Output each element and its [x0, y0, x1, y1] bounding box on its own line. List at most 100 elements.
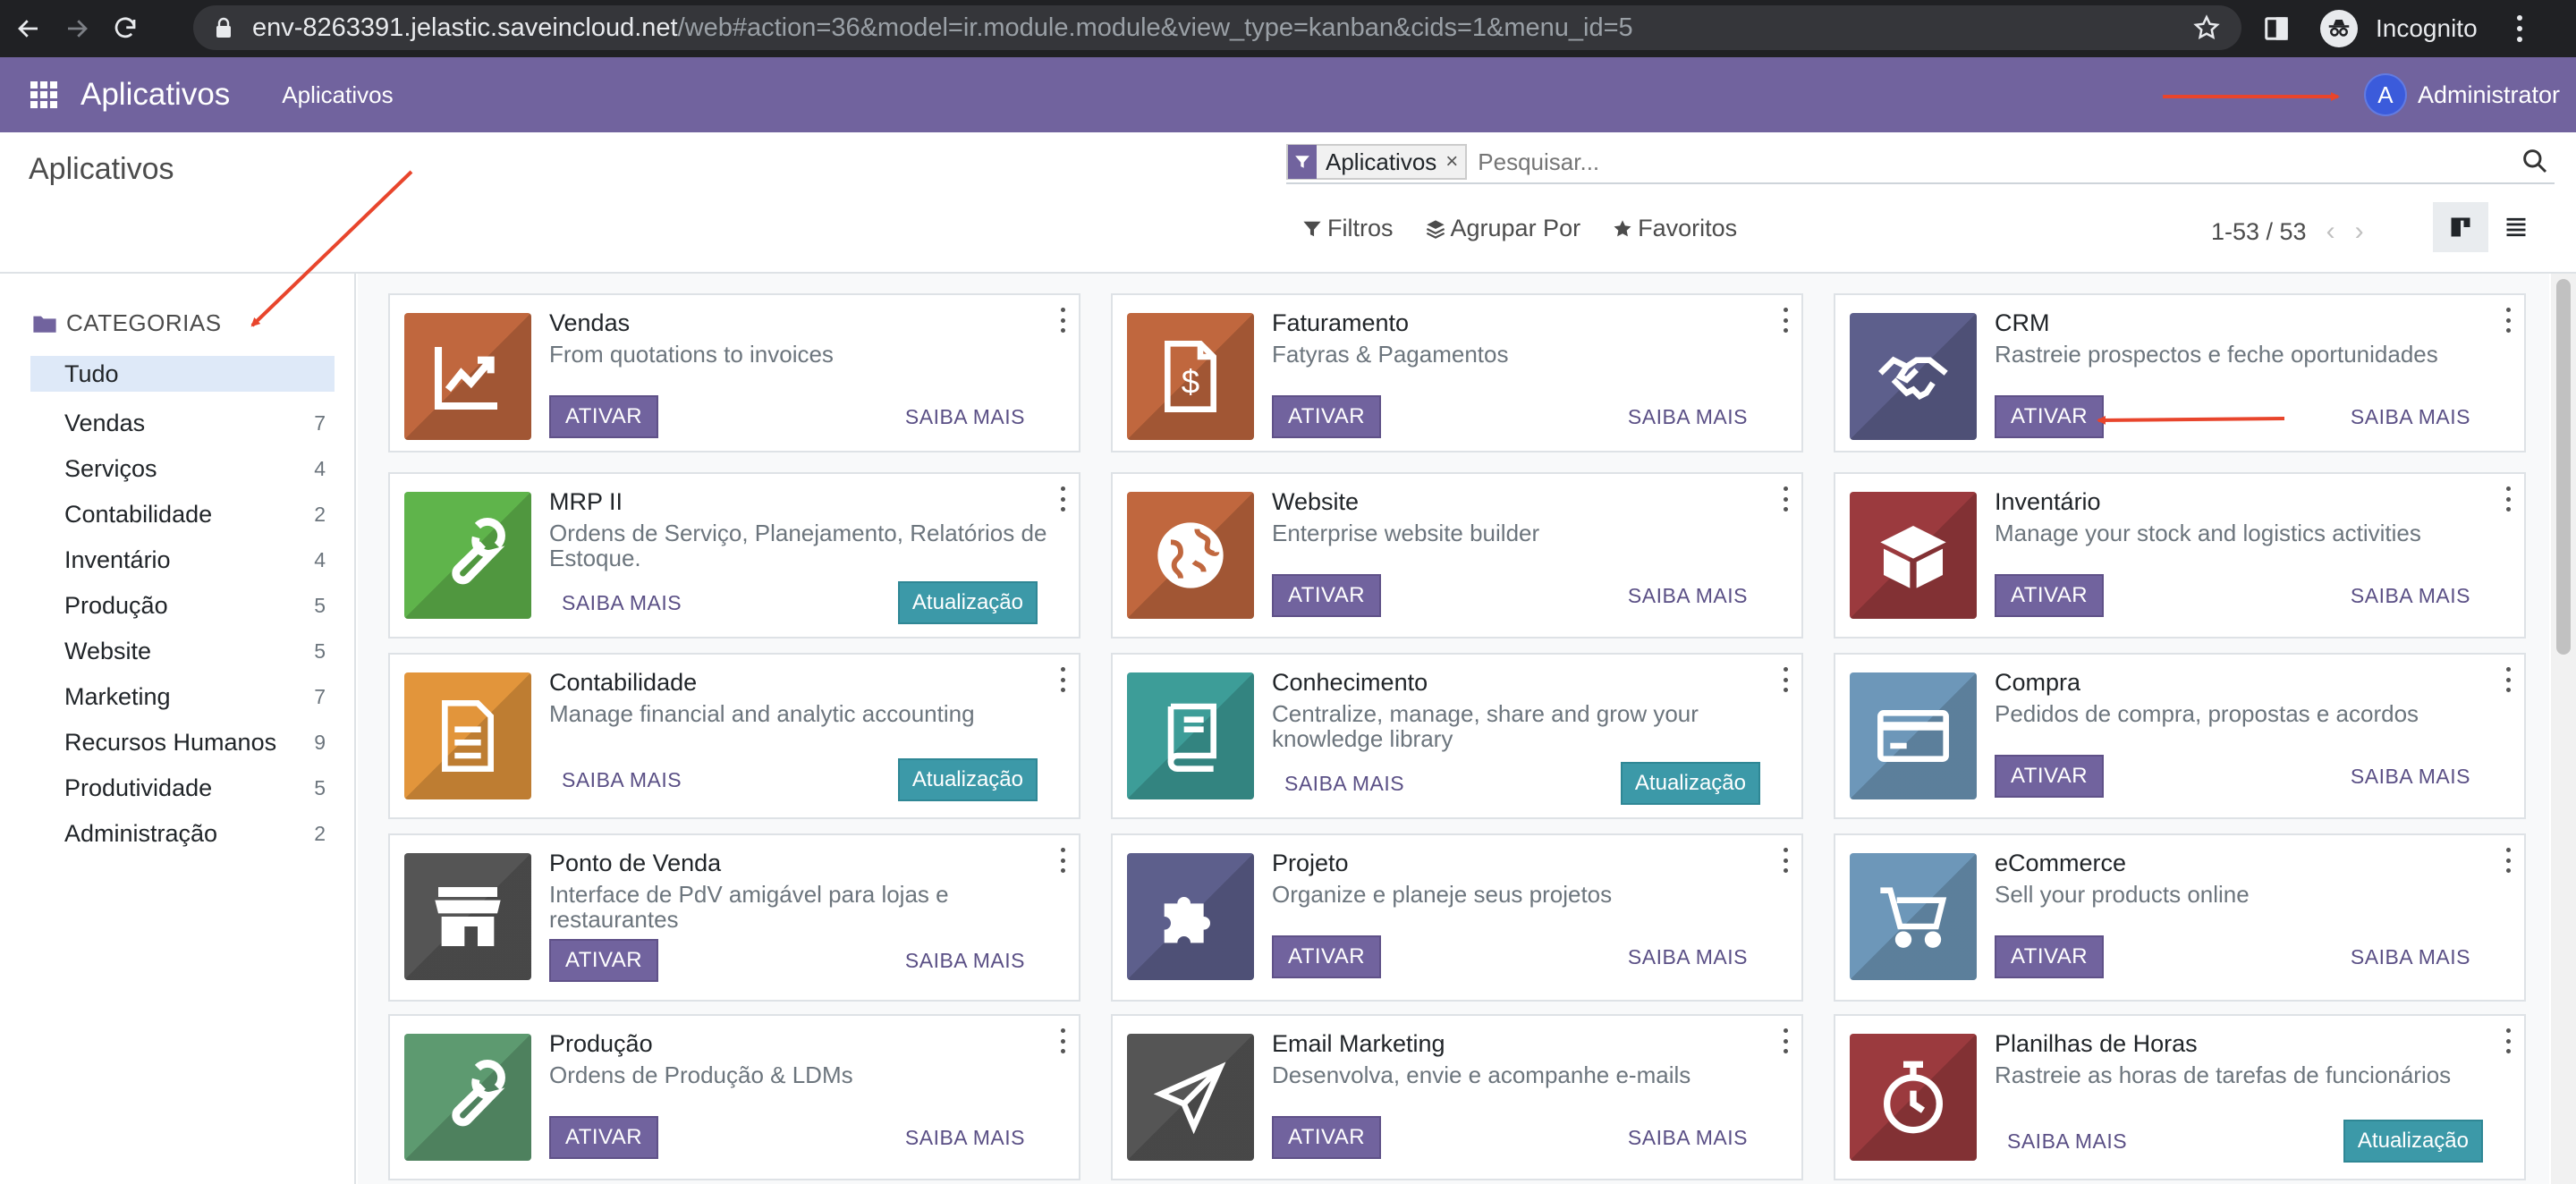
card-options-icon[interactable]: [2504, 667, 2512, 692]
app-icon: [1850, 672, 1977, 799]
navbar-app-name[interactable]: Aplicativos: [80, 77, 230, 113]
app-card: Planilhas de Horas Rastreie as horas de t…: [1834, 1014, 2526, 1180]
app-icon: [1850, 1034, 1977, 1161]
category-item[interactable]: Produtividade 5: [30, 765, 335, 811]
book-icon: [1151, 697, 1230, 775]
update-button[interactable]: Atualização: [897, 581, 1038, 624]
bookmark-star-icon[interactable]: [2193, 14, 2220, 41]
learn-more-button[interactable]: SAIBA MAIS: [562, 758, 682, 801]
category-item[interactable]: Website 5: [30, 629, 335, 674]
card-options-icon[interactable]: [1059, 667, 1066, 692]
category-item[interactable]: Contabilidade 2: [30, 492, 335, 537]
learn-more-button[interactable]: SAIBA MAIS: [2351, 395, 2470, 438]
card-options-icon[interactable]: [2504, 848, 2512, 873]
card-options-icon[interactable]: [1782, 667, 1789, 692]
search-icon[interactable]: [2521, 147, 2549, 175]
facet-remove-icon[interactable]: ×: [1445, 149, 1465, 174]
activate-button[interactable]: ATIVAR: [1995, 935, 2105, 978]
view-switcher: [2433, 202, 2544, 252]
list-icon: [2506, 217, 2526, 237]
activate-button[interactable]: ATIVAR: [1272, 574, 1382, 617]
app-icon: [1127, 492, 1254, 619]
category-item[interactable]: Vendas 7: [30, 401, 335, 446]
category-item[interactable]: Administração 2: [30, 811, 335, 857]
activate-button[interactable]: ATIVAR: [1995, 755, 2105, 798]
learn-more-button[interactable]: SAIBA MAIS: [562, 581, 682, 624]
app-icon: [1850, 492, 1977, 619]
card-options-icon[interactable]: [2504, 1028, 2512, 1053]
activate-button[interactable]: ATIVAR: [1272, 1116, 1382, 1159]
category-item[interactable]: Serviços 4: [30, 446, 335, 492]
activate-button[interactable]: ATIVAR: [1272, 935, 1382, 978]
learn-more-button[interactable]: SAIBA MAIS: [1284, 762, 1404, 805]
store-icon: [428, 877, 507, 956]
scrollbar[interactable]: [2551, 274, 2576, 1184]
learn-more-button[interactable]: SAIBA MAIS: [1628, 935, 1748, 978]
learn-more-button[interactable]: SAIBA MAIS: [2351, 755, 2470, 798]
navbar-menu-aplicativos[interactable]: Aplicativos: [282, 81, 393, 109]
browser-menu-icon[interactable]: [2516, 15, 2524, 42]
category-item[interactable]: Recursos Humanos 9: [30, 720, 335, 765]
pager-next-icon[interactable]: ›: [2355, 216, 2364, 247]
learn-more-button[interactable]: SAIBA MAIS: [1628, 574, 1748, 617]
filters-button[interactable]: Filtros: [1302, 215, 1394, 242]
card-options-icon[interactable]: [1059, 848, 1066, 873]
learn-more-button[interactable]: SAIBA MAIS: [1628, 395, 1748, 438]
pager-value[interactable]: 1-53 / 53: [2211, 218, 2307, 246]
activate-button[interactable]: ATIVAR: [1995, 574, 2105, 617]
globe-icon: [1151, 516, 1230, 595]
activate-button[interactable]: ATIVAR: [1995, 395, 2105, 438]
activate-button[interactable]: ATIVAR: [549, 1116, 659, 1159]
apps-kanban: Vendas From quotations to invoices ATIVAR S…: [358, 274, 2549, 1184]
reload-icon[interactable]: [106, 9, 145, 48]
forward-arrow-icon[interactable]: [57, 9, 97, 48]
group-by-button[interactable]: Agrupar Por: [1426, 215, 1580, 242]
activate-button[interactable]: ATIVAR: [549, 939, 659, 982]
side-panel-icon[interactable]: [2263, 15, 2290, 42]
back-arrow-icon[interactable]: [9, 9, 48, 48]
app-card: Ponto de Venda Interface de PdV amigável …: [388, 833, 1080, 1002]
update-button[interactable]: Atualização: [1620, 762, 1760, 805]
app-card: MRP II Ordens de Serviço, Planejamento, R…: [388, 472, 1080, 639]
learn-more-button[interactable]: SAIBA MAIS: [905, 1116, 1025, 1159]
category-label: Produção: [64, 592, 168, 619]
user-name: Administrator: [2417, 80, 2560, 108]
learn-more-button[interactable]: SAIBA MAIS: [2007, 1120, 2127, 1163]
incognito-indicator[interactable]: Incognito: [2320, 10, 2478, 47]
category-item[interactable]: Produção 5: [30, 583, 335, 629]
favorites-button[interactable]: Favoritos: [1613, 215, 1737, 242]
kanban-view-button[interactable]: [2433, 202, 2488, 252]
card-options-icon[interactable]: [1059, 308, 1066, 333]
activate-button[interactable]: ATIVAR: [549, 395, 659, 438]
card-options-icon[interactable]: [2504, 486, 2512, 512]
learn-more-button[interactable]: SAIBA MAIS: [2351, 574, 2470, 617]
card-options-icon[interactable]: [1059, 486, 1066, 512]
category-item[interactable]: Tudo: [30, 356, 335, 392]
card-options-icon[interactable]: [1782, 848, 1789, 873]
address-bar[interactable]: env-8263391.jelastic.saveincloud.net/web…: [193, 5, 2241, 50]
update-button[interactable]: Atualização: [897, 758, 1038, 801]
user-menu[interactable]: A Administrator: [2363, 73, 2560, 116]
incognito-icon: [2320, 10, 2358, 47]
category-item[interactable]: Inventário 4: [30, 537, 335, 583]
category-item[interactable]: Marketing 7: [30, 674, 335, 720]
pager: 1-53 / 53 ‹ ›: [2211, 216, 2364, 247]
card-options-icon[interactable]: [1782, 1028, 1789, 1053]
learn-more-button[interactable]: SAIBA MAIS: [2351, 935, 2470, 978]
learn-more-button[interactable]: SAIBA MAIS: [905, 395, 1025, 438]
list-view-button[interactable]: [2488, 202, 2544, 252]
activate-button[interactable]: ATIVAR: [1272, 395, 1382, 438]
card-options-icon[interactable]: [2504, 308, 2512, 333]
search-input[interactable]: [1478, 148, 2462, 176]
card-options-icon[interactable]: [1782, 486, 1789, 512]
card-options-icon[interactable]: [1782, 308, 1789, 333]
app-description: Enterprise website builder: [1272, 520, 1540, 546]
scroll-thumb[interactable]: [2556, 279, 2571, 655]
update-button[interactable]: Atualização: [2343, 1120, 2483, 1163]
pager-prev-icon[interactable]: ‹: [2326, 216, 2335, 247]
card-options-icon[interactable]: [1059, 1028, 1066, 1053]
learn-more-button[interactable]: SAIBA MAIS: [905, 939, 1025, 982]
learn-more-button[interactable]: SAIBA MAIS: [1628, 1116, 1748, 1159]
app-description: Pedidos de compra, propostas e acordos: [1995, 700, 2419, 727]
app-grid-icon[interactable]: [30, 81, 57, 108]
